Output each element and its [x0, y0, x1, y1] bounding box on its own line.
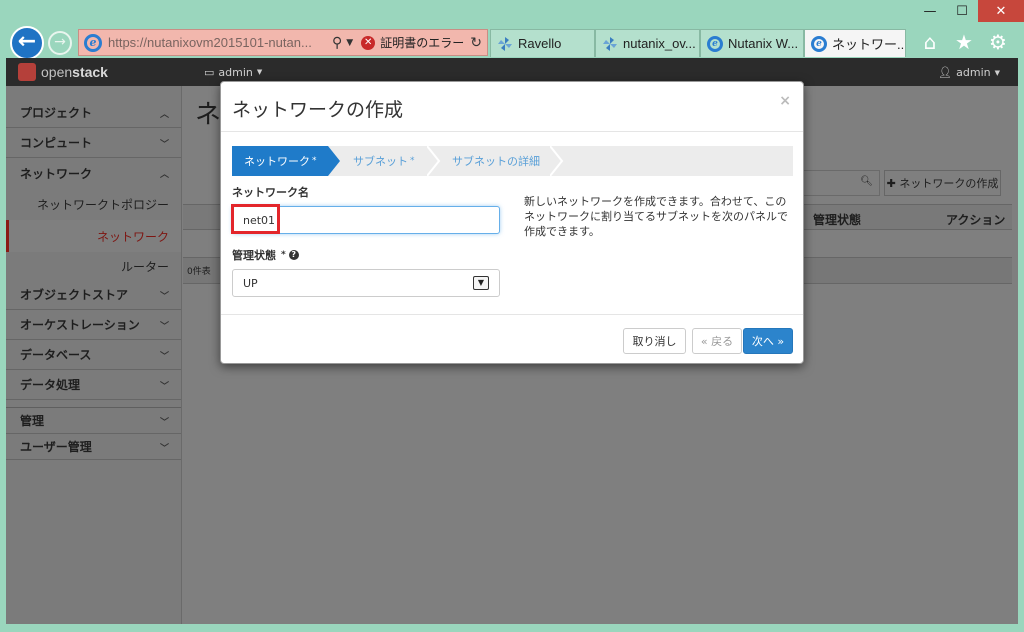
tab-strip: Ravello nutanix_ov... e Nutanix W... e ネ… — [490, 29, 906, 57]
step-arrow — [550, 146, 564, 176]
gear-icon[interactable]: ⚙ — [986, 30, 1010, 54]
chevron-down-icon: ﹀ — [159, 418, 169, 428]
help-description: 新しいネットワークを作成できます。合わせて、このネットワークに割り当てるサブネッ… — [524, 195, 788, 238]
column-admin-state[interactable]: 管理状態 — [813, 211, 861, 228]
sidebar-item-identity[interactable]: ユーザー管理 ﹀ — [6, 434, 181, 460]
tab-label: ネットワー... — [832, 37, 906, 52]
wizard-steps: ネットワーク * サブネット * サブネットの詳細 — [232, 146, 793, 176]
red-highlight-box — [231, 204, 280, 234]
chevron-down-icon: ﹀ — [159, 444, 169, 454]
caret-down-icon: ▼ — [256, 68, 263, 76]
tab-network-active[interactable]: e ネットワー... ✕ — [804, 29, 906, 57]
sidebar-item-network[interactable]: ネットワーク ︿ — [6, 158, 181, 188]
back-button[interactable]: ← — [10, 26, 44, 60]
user-name: admin — [956, 66, 991, 79]
certificate-error[interactable]: ✕ 証明書のエラー — [361, 34, 464, 51]
admin-state-value: UP — [243, 277, 258, 290]
close-window-button[interactable]: ✕ — [978, 0, 1024, 22]
chevron-down-icon: ﹀ — [159, 352, 169, 362]
address-bar[interactable]: e https://nutanixovm2015101-nutan... ⚲ ▼… — [78, 29, 488, 56]
error-icon: ✕ — [361, 35, 376, 50]
network-name-label: ネットワーク名 — [232, 186, 309, 199]
sidebar-item-network-topology[interactable]: ネットワークトポロジー — [6, 188, 181, 220]
ie-page-icon: e — [707, 35, 723, 52]
minimize-button[interactable]: — — [914, 0, 946, 22]
chevron-down-icon: ﹀ — [159, 382, 169, 392]
tab-subnet-step[interactable]: サブネット * — [340, 146, 415, 176]
close-icon[interactable]: × — [779, 93, 791, 109]
pinwheel-icon — [497, 36, 513, 52]
sidebar-item-object-store[interactable]: オブジェクトストア ﹀ — [6, 280, 181, 310]
caret-down-icon: ▼ — [994, 68, 1000, 77]
sidebar-item-routers[interactable]: ルーター — [6, 252, 181, 280]
create-network-button[interactable]: ✚ ネットワークの作成 — [884, 170, 1001, 196]
chevron-down-icon[interactable]: ▼ — [473, 276, 489, 290]
cancel-button[interactable]: 取り消し — [623, 328, 686, 354]
create-network-modal: ネットワークの作成 × ネットワーク * サブネット * サブネットの詳細 ネットワ… — [220, 81, 804, 364]
window-controls: — ☐ ✕ — [914, 0, 1024, 22]
sidebar-item-admin[interactable]: 管理 ﹀ — [6, 408, 181, 434]
page-title: ネ — [195, 100, 222, 130]
column-actions: アクション — [946, 213, 1006, 227]
tab-label: nutanix_ov... — [623, 36, 696, 51]
favorites-star-icon[interactable]: ★ — [952, 30, 976, 54]
ie-icon: e — [84, 33, 102, 52]
browser-toolbar-icons: ⌂ ★ ⚙ — [918, 30, 1010, 54]
admin-state-select[interactable]: UP ▼ — [232, 269, 500, 297]
chevron-down-icon: ﹀ — [159, 140, 169, 150]
next-button[interactable]: 次へ » — [743, 328, 793, 354]
back-step-button[interactable]: « 戻る — [692, 328, 742, 354]
sidebar-item-database[interactable]: データベース ﹀ — [6, 340, 181, 370]
chevron-down-icon: ﹀ — [159, 292, 169, 302]
question-icon[interactable]: ? — [288, 250, 299, 260]
refresh-icon[interactable]: ↻ — [470, 35, 482, 51]
tab-subnet-detail-step[interactable]: サブネットの詳細 — [439, 146, 540, 176]
tab-nutanix-ov[interactable]: nutanix_ov... — [595, 29, 700, 57]
tab-ravello[interactable]: Ravello — [490, 29, 595, 57]
project-name: admin — [218, 65, 253, 79]
admin-state-label: 管理状態 * ? — [232, 247, 502, 263]
network-form: ネットワーク名 net01 管理状態 * ? UP ▼ — [231, 184, 502, 297]
pinwheel-icon — [602, 36, 618, 52]
sidebar-item-compute[interactable]: コンピュート ﹀ — [6, 128, 181, 158]
sidebar-item-data-processing[interactable]: データ処理 ﹀ — [6, 370, 181, 400]
sidebar-item-networks[interactable]: ネットワーク — [6, 220, 181, 252]
modal-title: ネットワークの作成 — [232, 99, 404, 121]
dropdown-icon[interactable]: ▼ — [346, 38, 353, 48]
ie-page-icon: e — [811, 35, 827, 52]
tab-label: Nutanix W... — [728, 36, 799, 51]
chevron-up-icon: ︿ — [159, 110, 169, 120]
certificate-error-label: 証明書のエラー — [380, 36, 465, 50]
sidebar-item-orchestration[interactable]: オーケストレーション ﹀ — [6, 310, 181, 340]
forward-button[interactable]: → — [48, 31, 72, 55]
tab-network-step[interactable]: ネットワーク * — [232, 146, 328, 176]
brand-text: openstack — [41, 64, 108, 80]
search-icon[interactable]: ⚲ — [332, 35, 342, 51]
modal-header: ネットワークの作成 × — [221, 82, 803, 132]
maximize-button[interactable]: ☐ — [946, 0, 978, 22]
sidebar-item-project[interactable]: プロジェクト ︿ — [6, 98, 181, 128]
tab-nutanix-w[interactable]: e Nutanix W... — [700, 29, 804, 57]
network-name-input[interactable]: net01 — [231, 204, 500, 234]
project-selector[interactable]: ▭ admin ▼ — [204, 66, 262, 79]
browser-window: — ☐ ✕ ← → e https://nutanixovm2015101-nu… — [0, 0, 1024, 632]
sidebar: プロジェクト ︿ コンピュート ﹀ ネットワーク ︿ ネットワークトポロジー ネットワ… — [6, 86, 182, 624]
openstack-logo[interactable]: openstack — [18, 63, 204, 81]
address-url[interactable]: https://nutanixovm2015101-nutan... — [108, 35, 326, 50]
chevron-up-icon: ︿ — [159, 170, 169, 180]
chevron-down-icon: ﹀ — [159, 322, 169, 332]
openstack-logo-icon — [18, 63, 36, 81]
sidebar-divider — [6, 400, 181, 408]
search-icon[interactable]: 🔍︎ — [860, 176, 873, 187]
user-menu[interactable]: 👤︎ admin ▼ — [938, 66, 1000, 79]
modal-footer: 取り消し « 戻る 次へ » — [221, 314, 803, 365]
tab-label: Ravello — [518, 36, 562, 51]
plus-icon: ✚ — [886, 176, 896, 190]
user-icon: 👤︎ — [938, 66, 953, 79]
project-icon: ▭ — [204, 65, 215, 79]
home-icon[interactable]: ⌂ — [918, 30, 942, 54]
